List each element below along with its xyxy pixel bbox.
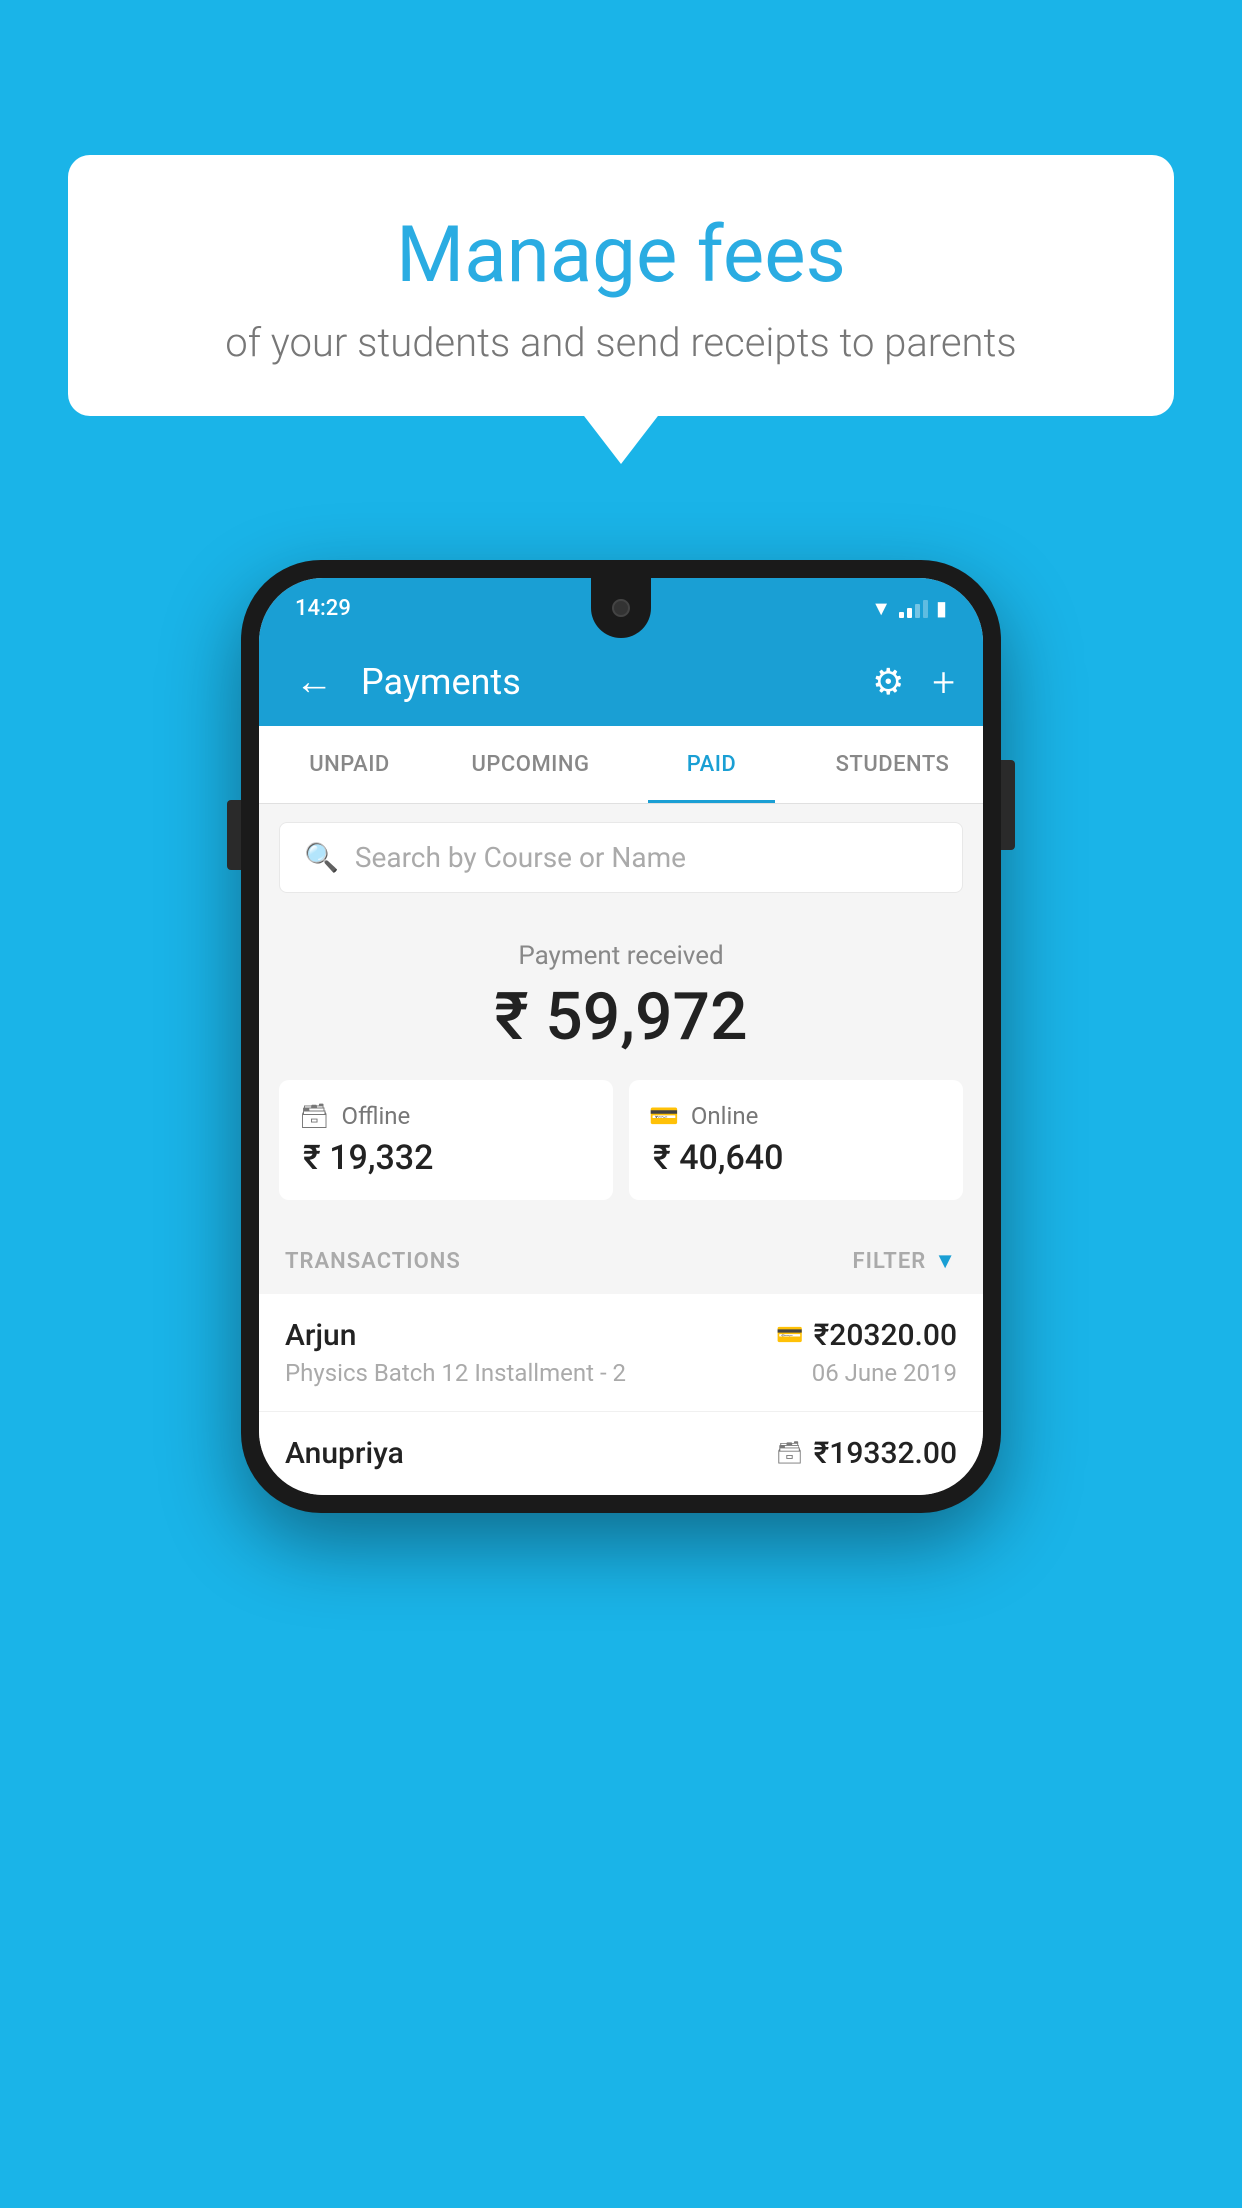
status-time: 14:29 <box>295 596 351 621</box>
phone-inner: 14:29 ▼ ▮ ← Payments ⚙ + <box>259 578 983 1495</box>
status-bar: 14:29 ▼ ▮ <box>259 578 983 638</box>
online-card-header: 💳 Online <box>649 1102 758 1130</box>
offline-card: 🗃 Offline ₹ 19,332 <box>279 1080 613 1200</box>
tab-upcoming[interactable]: UPCOMING <box>440 726 621 803</box>
transaction-amount-wrap-2: 🗃 ₹19332.00 <box>776 1436 957 1471</box>
phone-device: 14:29 ▼ ▮ ← Payments ⚙ + <box>241 560 1001 1513</box>
transaction-name-2: Anupriya <box>285 1436 404 1471</box>
page-title: Payments <box>361 661 852 703</box>
payment-cards: 🗃 Offline ₹ 19,332 💳 Online ₹ 40,640 <box>279 1080 963 1200</box>
transaction-amount-wrap-1: 💳 ₹20320.00 <box>776 1318 957 1353</box>
app-header: ← Payments ⚙ + <box>259 638 983 726</box>
settings-button[interactable]: ⚙ <box>872 661 904 703</box>
speech-bubble-subtitle: of your students and send receipts to pa… <box>128 319 1114 366</box>
search-placeholder-text: Search by Course or Name <box>355 841 686 874</box>
online-icon: 💳 <box>649 1102 679 1130</box>
transaction-row-1-bottom: Physics Batch 12 Installment - 2 06 June… <box>285 1359 957 1387</box>
header-actions: ⚙ + <box>872 659 955 706</box>
search-icon: 🔍 <box>304 841 339 874</box>
offline-label: Offline <box>341 1102 410 1130</box>
offline-icon: 🗃 <box>299 1102 329 1130</box>
transaction-date-1: 06 June 2019 <box>812 1359 957 1387</box>
signal-icon <box>899 598 928 618</box>
transaction-desc-1: Physics Batch 12 Installment - 2 <box>285 1359 626 1387</box>
status-icons: ▼ ▮ <box>871 596 947 621</box>
payment-received-label: Payment received <box>279 941 963 971</box>
transaction-row-1[interactable]: Arjun 💳 ₹20320.00 Physics Batch 12 Insta… <box>259 1294 983 1412</box>
transaction-row-2-top: Anupriya 🗃 ₹19332.00 <box>285 1436 957 1471</box>
search-box[interactable]: 🔍 Search by Course or Name <box>279 822 963 893</box>
tabs-bar: UNPAID UPCOMING PAID STUDENTS <box>259 726 983 804</box>
notch <box>591 578 651 638</box>
payment-received-section: Payment received ₹ 59,972 🗃 Offline ₹ 19… <box>259 911 983 1228</box>
wifi-icon: ▼ <box>871 596 891 621</box>
tab-students[interactable]: STUDENTS <box>802 726 983 803</box>
transactions-label: TRANSACTIONS <box>285 1249 461 1274</box>
online-amount: ₹ 40,640 <box>649 1138 783 1178</box>
filter-icon: ▼ <box>934 1248 957 1274</box>
filter-button[interactable]: FILTER ▼ <box>853 1248 957 1274</box>
transaction-amount-1: ₹20320.00 <box>814 1318 957 1353</box>
transaction-row-2[interactable]: Anupriya 🗃 ₹19332.00 <box>259 1412 983 1495</box>
back-button[interactable]: ← <box>287 652 341 712</box>
offline-card-header: 🗃 Offline <box>299 1102 410 1130</box>
camera <box>612 599 630 617</box>
speech-bubble: Manage fees of your students and send re… <box>68 155 1174 416</box>
transaction-row-1-top: Arjun 💳 ₹20320.00 <box>285 1318 957 1353</box>
phone-outer: 14:29 ▼ ▮ ← Payments ⚙ + <box>241 560 1001 1513</box>
online-label: Online <box>691 1102 758 1130</box>
transaction-name-1: Arjun <box>285 1318 356 1353</box>
tab-paid[interactable]: PAID <box>621 726 802 803</box>
offline-payment-icon-2: 🗃 <box>776 1441 804 1466</box>
transactions-header: TRANSACTIONS FILTER ▼ <box>259 1228 983 1294</box>
speech-bubble-title: Manage fees <box>128 210 1114 301</box>
add-button[interactable]: + <box>932 659 955 706</box>
payment-received-amount: ₹ 59,972 <box>279 979 963 1056</box>
online-payment-icon-1: 💳 <box>776 1323 803 1348</box>
transaction-amount-2: ₹19332.00 <box>814 1436 957 1471</box>
offline-amount: ₹ 19,332 <box>299 1138 433 1178</box>
battery-icon: ▮ <box>936 596 947 620</box>
online-card: 💳 Online ₹ 40,640 <box>629 1080 963 1200</box>
filter-label: FILTER <box>853 1249 927 1274</box>
tab-unpaid[interactable]: UNPAID <box>259 726 440 803</box>
search-container: 🔍 Search by Course or Name <box>259 804 983 911</box>
